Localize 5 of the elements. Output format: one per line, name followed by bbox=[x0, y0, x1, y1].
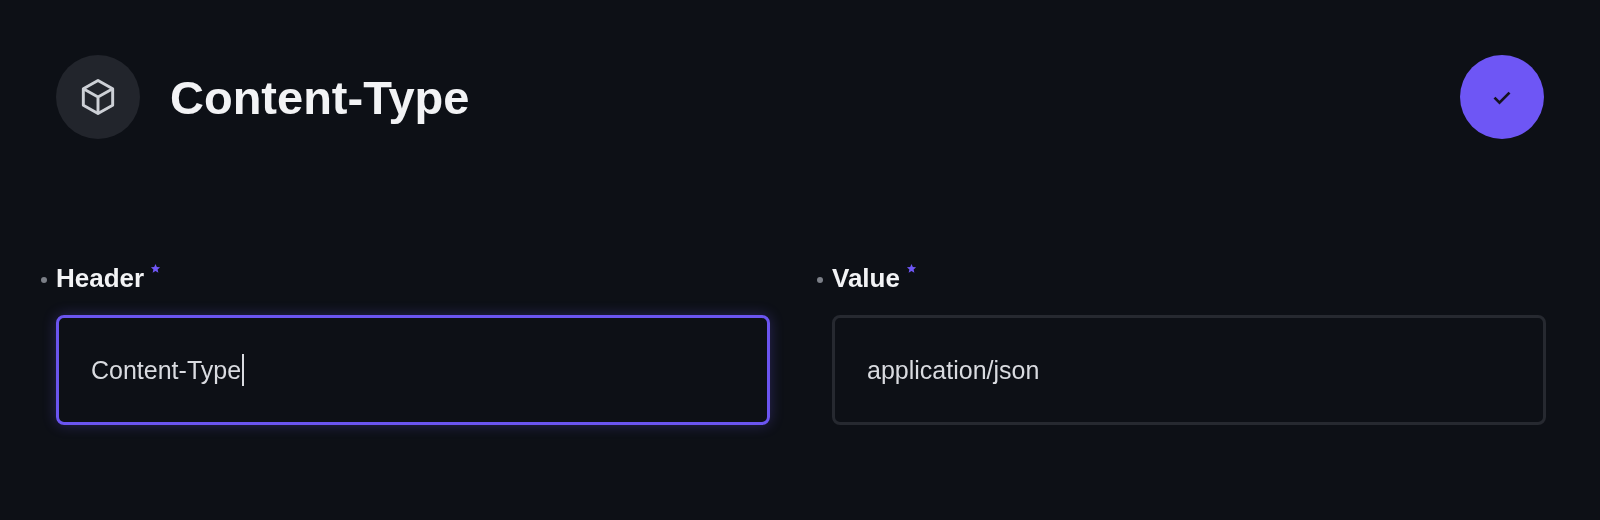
text-field[interactable]: application/json bbox=[832, 315, 1546, 425]
field-label: Header bbox=[56, 263, 145, 294]
field-label: Value bbox=[832, 263, 900, 294]
page-title: Content-Type bbox=[170, 69, 470, 125]
text-field[interactable]: Content-Type bbox=[56, 315, 770, 425]
